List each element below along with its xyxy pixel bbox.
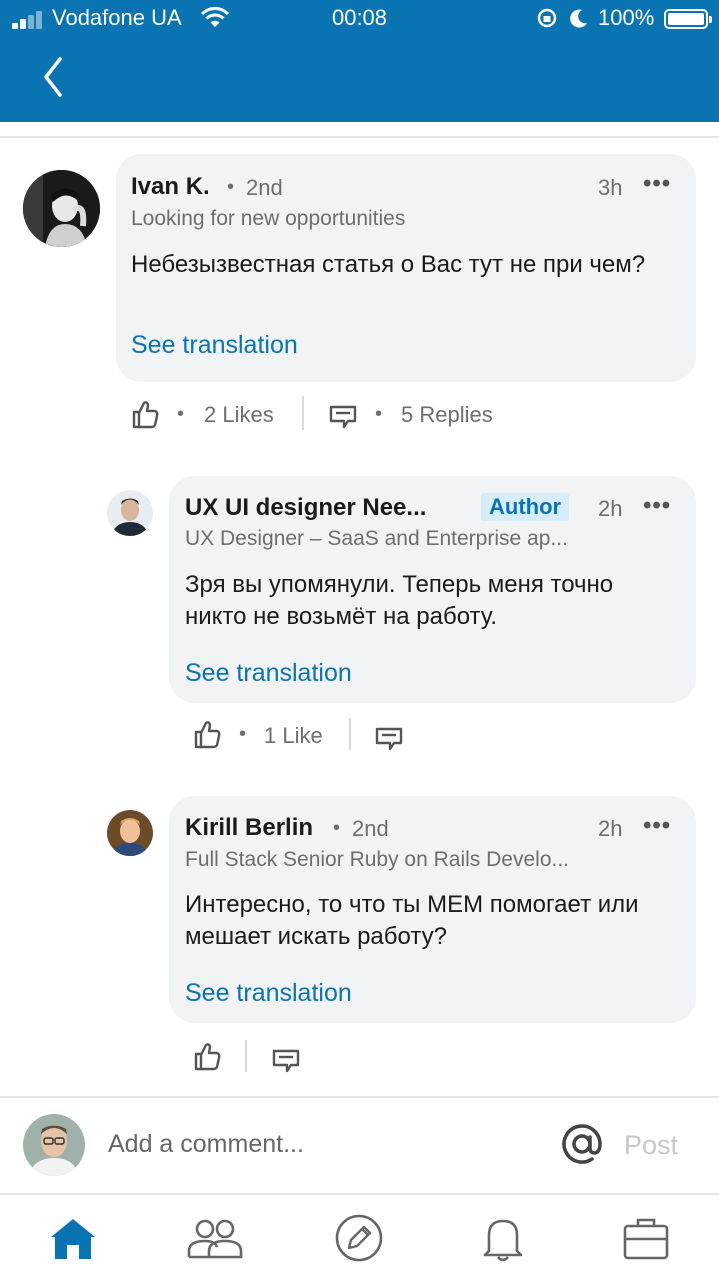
battery-percentage: 100% — [598, 5, 655, 30]
avatar[interactable] — [107, 490, 153, 536]
see-translation-link[interactable]: See translation — [131, 331, 298, 360]
comment-actions: • 2 Likes • 5 Replies — [130, 396, 530, 436]
commenter-headline: Full Stack Senior Ruby on Rails Develo..… — [185, 848, 569, 871]
back-icon[interactable] — [38, 55, 68, 99]
post-icon[interactable] — [329, 1213, 389, 1263]
likes-count[interactable]: 1 Like — [264, 723, 323, 749]
more-options-icon[interactable]: ••• — [643, 170, 671, 198]
reply-icon[interactable] — [271, 1048, 301, 1074]
more-options-icon[interactable]: ••• — [643, 812, 671, 840]
do-not-disturb-icon — [570, 9, 587, 28]
commenter-headline: UX Designer – SaaS and Enterprise ap... — [185, 527, 568, 550]
comment-text: Зря вы упомянули. Теперь меня точно никт… — [185, 571, 614, 630]
app-header: Vodafone UA 00:08 100% — [0, 0, 719, 122]
post-button[interactable]: Post — [624, 1130, 678, 1161]
bottom-navigation — [0, 1193, 719, 1280]
see-translation-link[interactable]: See translation — [185, 659, 352, 688]
avatar[interactable] — [107, 810, 153, 856]
divider — [0, 136, 719, 138]
comment-time: 2h — [598, 496, 623, 521]
user-avatar[interactable] — [23, 1114, 85, 1176]
commenter-headline: Looking for new opportunities — [131, 207, 406, 230]
rotation-lock-icon — [537, 8, 557, 28]
reply-icon[interactable] — [374, 726, 404, 752]
notifications-icon[interactable] — [473, 1213, 533, 1263]
comment-time: 2h — [598, 816, 623, 841]
comment-text: Небезызвестная статья о Вас тут не при ч… — [131, 251, 646, 278]
comment-actions — [192, 1038, 332, 1078]
more-options-icon[interactable]: ••• — [643, 492, 671, 520]
jobs-icon[interactable] — [616, 1213, 676, 1263]
mention-icon[interactable] — [560, 1122, 604, 1166]
status-bar: Vodafone UA 00:08 100% — [0, 0, 719, 38]
avatar[interactable] — [23, 170, 100, 247]
see-translation-link[interactable]: See translation — [185, 979, 352, 1008]
likes-count[interactable]: 2 Likes — [204, 402, 274, 428]
divider — [245, 1040, 247, 1072]
replies-count[interactable]: 5 Replies — [401, 402, 493, 428]
like-icon[interactable] — [192, 718, 222, 750]
comment-composer: Add a comment... Post — [0, 1096, 719, 1194]
comment-text: Интересно, то что ты МЕМ помогает или ме… — [185, 891, 639, 950]
commenter-name[interactable]: Kirill Berlin — [185, 814, 313, 842]
author-badge: Author — [481, 493, 570, 521]
commenter-name[interactable]: UX UI designer Nee... — [185, 494, 426, 522]
connection-degree: 2nd — [352, 816, 389, 841]
comment-time: 3h — [598, 175, 623, 200]
like-icon[interactable] — [192, 1040, 222, 1072]
network-icon[interactable] — [185, 1213, 245, 1263]
connection-degree: 2nd — [246, 175, 283, 200]
comment-input[interactable]: Add a comment... — [108, 1130, 304, 1159]
commenter-name[interactable]: Ivan K. — [131, 173, 210, 201]
like-icon[interactable] — [130, 398, 160, 430]
reply-icon[interactable] — [328, 404, 358, 430]
battery-icon — [664, 9, 712, 29]
home-icon[interactable] — [43, 1213, 103, 1263]
divider — [302, 396, 304, 430]
divider — [349, 718, 351, 750]
comment-actions: • 1 Like — [192, 716, 432, 756]
